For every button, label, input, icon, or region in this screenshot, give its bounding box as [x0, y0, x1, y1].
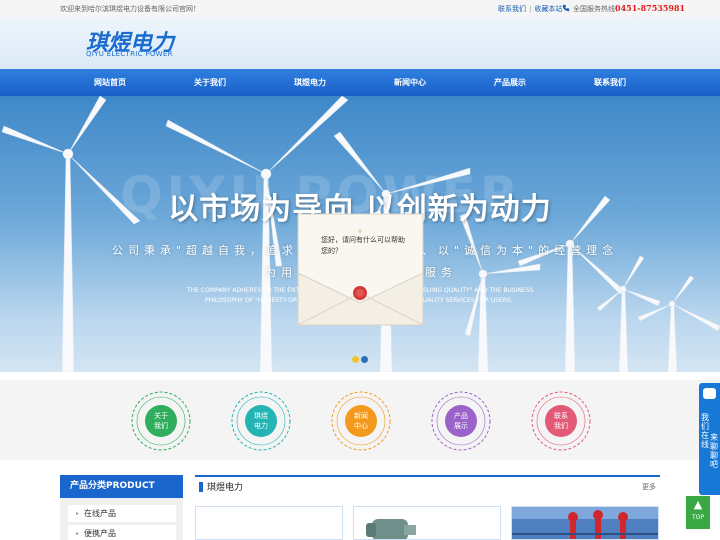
bookmark-link[interactable]: 收藏本站: [534, 5, 562, 13]
banner-english-line2: PHILOSOPHY OF "HONESTY-OR QUALITY SERVICE…: [205, 297, 513, 304]
section-title: 琪煜电力: [207, 483, 244, 493]
arrow-up-icon: ▲: [693, 498, 703, 511]
online-chat-tab[interactable]: 我们在线 来聊聊吧: [699, 383, 720, 495]
top-links: 联系我们 | 收藏本站: [498, 5, 563, 13]
more-link[interactable]: 更多: [642, 482, 656, 492]
chat-tab-line2: 来聊聊吧: [710, 433, 718, 469]
quick-link-news[interactable]: 新闻 中心: [330, 390, 392, 452]
product-image: [512, 507, 658, 539]
contact-us-link[interactable]: 联系我们: [498, 5, 526, 13]
category-item-portable[interactable]: 便携产品: [68, 525, 176, 540]
logo-en: QIYU ELECTRIC POWER: [86, 50, 173, 58]
welcome-text: 欢迎来到哈尔滨琪煜电力设备有限公司官网！: [60, 5, 200, 13]
slider-dot[interactable]: [361, 356, 368, 363]
nav-qiyu[interactable]: 琪煜电力: [260, 69, 360, 96]
chat-tab-line1: 我们在线: [701, 413, 709, 449]
product-category-sidebar: 产品分类PRODUCT 在线产品 便携产品: [60, 475, 183, 540]
back-to-top-button[interactable]: ▲ TOP: [686, 496, 710, 529]
product-card[interactable]: [195, 506, 343, 540]
nav-news[interactable]: 新闻中心: [360, 69, 460, 96]
quick-link-products[interactable]: 产品 展示: [430, 390, 492, 452]
quick-link-contact[interactable]: 联系 我们: [530, 390, 592, 452]
nav-about[interactable]: 关于我们: [160, 69, 260, 96]
main-nav: 网站首页 关于我们 琪煜电力 新闻中心 产品展示 联系我们: [0, 69, 720, 96]
chat-message: 您好，请问有什么可以帮助您的？: [321, 236, 405, 255]
product-card[interactable]: [511, 506, 659, 540]
banner-english-line1: THE COMPANY ADHERES TO THE ENTI SUING QUA…: [187, 287, 534, 294]
banner-subtitle-line2: 为用 服务: [265, 266, 457, 279]
section-header: 琪煜电力 更多: [195, 475, 660, 493]
product-category-heading: 产品分类PRODUCT: [60, 475, 183, 498]
quick-link-qiyu[interactable]: 琪煜 电力: [230, 390, 292, 452]
nav-products[interactable]: 产品展示: [460, 69, 560, 96]
section-marker: [199, 482, 203, 492]
nav-contact[interactable]: 联系我们: [560, 69, 660, 96]
header: 琪煜电力 QIYU ELECTRIC POWER: [0, 17, 720, 69]
chat-bubble-icon: [703, 388, 716, 399]
chat-popup[interactable]: 您好，请问有什么可以帮助您的？: [297, 213, 424, 326]
quick-link-about[interactable]: 关于 我们: [130, 390, 192, 452]
envelope-icon: [297, 213, 424, 326]
phone-icon: [562, 4, 570, 12]
hotline-number: 0451-87535981: [615, 3, 686, 13]
product-card[interactable]: [353, 506, 501, 540]
nav-home[interactable]: 网站首页: [60, 69, 160, 96]
top-bar: 欢迎来到哈尔滨琪煜电力设备有限公司官网！ 联系我们 | 收藏本站 全国服务热线： 0…: [0, 0, 720, 17]
quick-links: 关于 我们 琪煜 电力 新闻 中心 产品 展示 联系 我们: [0, 380, 720, 460]
category-item-online[interactable]: 在线产品: [68, 505, 176, 522]
product-image: [366, 519, 416, 539]
slider-dot-active[interactable]: [352, 356, 359, 363]
